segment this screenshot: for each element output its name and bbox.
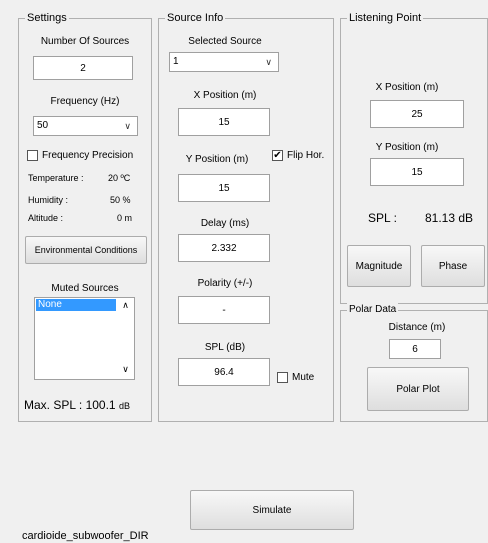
frequency-precision-checkbox[interactable] (27, 150, 38, 161)
num-sources-field[interactable]: 2 (33, 56, 133, 80)
humidity-value: 50 % (110, 195, 131, 205)
settings-title: Settings (25, 11, 69, 25)
flip-horizontal-label: Flip Hor. (287, 150, 325, 161)
listening-y-label: Y Position (m) (375, 142, 439, 153)
max-spl: Max. SPL : 100.1 dB (24, 398, 130, 413)
source-spl-field[interactable]: 96.4 (178, 358, 270, 386)
source-y-field[interactable]: 15 (178, 174, 270, 202)
scrollbar[interactable]: ∧ ∨ (117, 298, 134, 379)
source-spl-label: SPL (dB) (204, 342, 246, 353)
source-x-field[interactable]: 15 (178, 108, 270, 136)
frequency-precision-label: Frequency Precision (42, 150, 134, 161)
listening-spl-value: 81.13 dB (425, 211, 474, 225)
mute-checkbox[interactable] (277, 372, 288, 383)
selected-source-label: Selected Source (188, 36, 262, 47)
chevron-down-icon: ∨ (265, 57, 272, 67)
listening-x-label: X Position (m) (375, 82, 439, 93)
max-spl-unit: dB (118, 401, 130, 411)
mute-label: Mute (292, 372, 315, 383)
selected-source-value: 1 (173, 56, 179, 67)
muted-sources-label: Muted Sources (51, 283, 119, 294)
chevron-down-icon: ∨ (124, 121, 131, 131)
num-sources-label: Number Of Sources (40, 36, 130, 47)
frequency-value: 50 (37, 120, 49, 131)
polar-plot-button[interactable]: Polar Plot (367, 367, 469, 411)
flip-horizontal-checkbox[interactable]: ✔ (272, 150, 283, 161)
list-item[interactable]: None (36, 299, 116, 311)
source-y-label: Y Position (m) (185, 154, 249, 165)
distance-field[interactable]: 6 (389, 339, 441, 359)
muted-sources-list[interactable]: None ∧ ∨ (34, 297, 135, 380)
delay-label: Delay (ms) (200, 218, 250, 229)
listening-x-field[interactable]: 25 (370, 100, 464, 128)
max-spl-value: Max. SPL : 100.1 (24, 398, 116, 412)
scroll-up-icon[interactable]: ∧ (117, 300, 134, 311)
listening-spl-label: SPL : (368, 211, 397, 225)
scroll-down-icon[interactable]: ∨ (117, 364, 134, 375)
distance-label: Distance (m) (388, 322, 446, 333)
frequency-select[interactable]: 50 ∨ (33, 116, 138, 136)
file-name: cardioide_subwoofer_DIR (22, 530, 149, 542)
polarity-field[interactable]: - (178, 296, 270, 324)
source-info-title: Source Info (165, 11, 226, 25)
selected-source-select[interactable]: 1 ∨ (169, 52, 279, 72)
simulate-button[interactable]: Simulate (190, 490, 354, 530)
altitude-value: 0 m (117, 213, 133, 223)
frequency-label: Frequency (Hz) (50, 96, 120, 107)
altitude-label: Altitude : (28, 213, 64, 223)
polar-data-title: Polar Data (347, 303, 399, 317)
temperature-value: 20 ºC (108, 173, 131, 183)
listening-point-title: Listening Point (347, 11, 424, 25)
source-x-label: X Position (m) (193, 90, 257, 101)
phase-button[interactable]: Phase (421, 245, 485, 287)
environmental-conditions-button[interactable]: Environmental Conditions (25, 236, 147, 264)
delay-field[interactable]: 2.332 (178, 234, 270, 262)
temperature-label: Temperature : (28, 173, 84, 183)
magnitude-button[interactable]: Magnitude (347, 245, 411, 287)
polarity-label: Polarity (+/-) (197, 278, 253, 289)
humidity-label: Humidity : (28, 195, 69, 205)
listening-y-field[interactable]: 15 (370, 158, 464, 186)
